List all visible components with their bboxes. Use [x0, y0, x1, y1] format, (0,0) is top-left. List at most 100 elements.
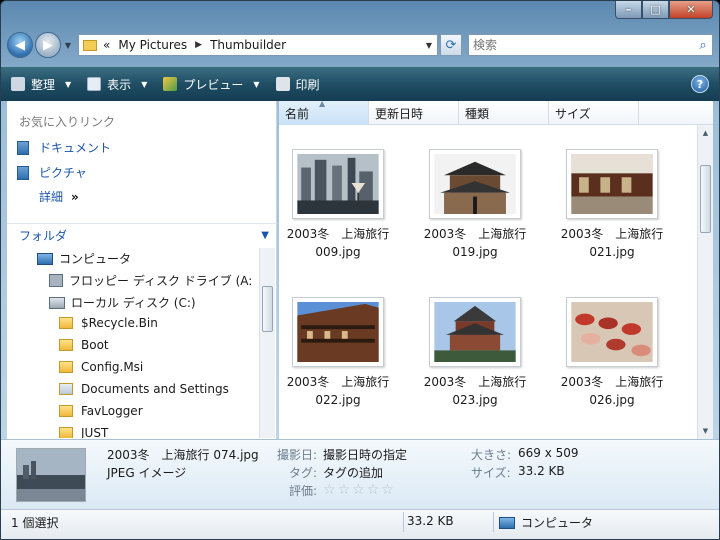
minimize-button[interactable]: – [615, 1, 642, 19]
tree-item-documents-and-settings[interactable]: Documents and Settings [59, 382, 229, 396]
organize-icon [11, 77, 25, 91]
tree-item-local-disk[interactable]: ローカル ディスク (C:) [49, 294, 196, 311]
thumbnail-frame [292, 297, 384, 367]
more-label: 詳細 [39, 190, 64, 204]
file-name: 2003冬 上海旅行 009.jpg [278, 225, 398, 261]
tree-item-label: フロッピー ディスク ドライブ (A: [69, 274, 253, 288]
search-input[interactable] [473, 38, 694, 52]
selected-file-type: JPEG イメージ [107, 466, 187, 480]
folders-toggle[interactable]: フォルダ ▼ [7, 223, 277, 247]
thumbnail-frame [292, 149, 384, 219]
tree-item-config-msi[interactable]: Config.Msi [59, 360, 143, 374]
tree-item-label: コンピュータ [59, 252, 132, 266]
file-name: 2003冬 上海旅行 022.jpg [278, 373, 398, 409]
file-list-scrollbar[interactable]: ▲ ▼ [697, 125, 713, 439]
column-header-label: 更新日時 [375, 106, 424, 121]
star-icon[interactable]: ☆ [381, 482, 394, 498]
column-header-size[interactable]: サイズ [549, 101, 639, 125]
file-thumbnail[interactable]: 2003冬 上海旅行 019.jpg [415, 149, 535, 261]
file-thumbnail[interactable]: 2003冬 上海旅行 026.jpg [552, 297, 672, 409]
date-taken-value[interactable]: 撮影日時の指定 [323, 446, 407, 463]
file-thumbnail[interactable]: 2003冬 上海旅行 023.jpg [415, 297, 535, 409]
tree-scrollbar[interactable] [259, 248, 275, 438]
folder-icon [83, 39, 97, 51]
file-name: 2003冬 上海旅行 026.jpg [552, 373, 672, 409]
print-label: 印刷 [295, 77, 320, 92]
photo-image [17, 449, 85, 501]
selection-count: 1 個選択 [11, 516, 59, 530]
star-icon[interactable]: ☆ [338, 482, 351, 498]
file-name-line: 2003冬 上海旅行 [560, 375, 664, 389]
maximize-button[interactable]: □ [642, 1, 669, 19]
preview-icon [163, 77, 178, 91]
views-button[interactable]: 表示 ▼ [87, 76, 147, 93]
refresh-button[interactable]: ⟳ [440, 34, 462, 56]
breadcrumb-separator-icon[interactable]: ▶ [195, 40, 202, 50]
breadcrumb-my-pictures[interactable]: My Pictures [118, 38, 187, 52]
rating-stars[interactable]: ☆ ☆ ☆ ☆ ☆ [323, 482, 396, 498]
close-button[interactable]: ✕ [669, 1, 713, 19]
file-name-line: 022.jpg [315, 393, 361, 407]
star-icon[interactable]: ☆ [323, 482, 336, 498]
file-name-line: 2003冬 上海旅行 [560, 227, 664, 241]
more-links-button[interactable]: 詳細 » [39, 188, 79, 205]
forward-arrow-icon: ▶ [43, 37, 53, 53]
breadcrumb-thumbuilder[interactable]: Thumbuilder [210, 38, 286, 52]
rating-label: 評価: [289, 484, 318, 498]
file-name-line: 021.jpg [589, 245, 635, 259]
selection-size: 33.2 KB [407, 514, 454, 528]
tree-scrollbar-thumb[interactable] [262, 286, 273, 332]
thumbnail-frame [429, 149, 521, 219]
column-header-name[interactable]: ▲ 名前 [279, 99, 369, 125]
organize-label: 整理 [31, 77, 56, 92]
file-name-line: 023.jpg [452, 393, 498, 407]
scroll-up-arrow-icon[interactable]: ▲ [698, 125, 713, 141]
address-overflow[interactable]: « [103, 38, 110, 52]
help-button[interactable]: ? [691, 75, 709, 93]
preview-label: プレビュー [183, 77, 244, 92]
tree-item-just[interactable]: JUST [59, 426, 108, 438]
status-divider [403, 512, 404, 532]
photo-image [571, 154, 653, 214]
tree-item-computer[interactable]: コンピュータ [37, 250, 131, 267]
address-dropdown[interactable]: ▼ [421, 41, 437, 50]
navigation-pane: お気に入りリンク ドキュメント ピクチャ 詳細 » フォルダ ▼ コンピュータ … [7, 101, 277, 439]
tags-value[interactable]: タグの追加 [323, 464, 383, 481]
file-name-line: 009.jpg [315, 245, 361, 259]
details-pane: 2003冬 上海旅行 074.jpg JPEG イメージ 撮影日: 撮影日時の指… [1, 439, 719, 509]
date-taken-label: 撮影日: [277, 448, 318, 462]
star-icon[interactable]: ☆ [352, 482, 365, 498]
file-thumbnail[interactable]: 2003冬 上海旅行 021.jpg [552, 149, 672, 261]
column-header-date[interactable]: 更新日時 [369, 101, 459, 125]
scroll-down-arrow-icon[interactable]: ▼ [698, 423, 713, 439]
hard-disk-icon [49, 296, 65, 309]
favorite-documents[interactable]: ドキュメント [17, 139, 111, 156]
search-icon[interactable]: ⌕ [694, 38, 712, 53]
tree-item-floppy[interactable]: フロッピー ディスク ドライブ (A: [49, 272, 252, 289]
tree-item-recycle-bin[interactable]: $Recycle.Bin [59, 316, 158, 330]
tree-item-boot[interactable]: Boot [59, 338, 109, 352]
tree-item-label: ローカル ディスク (C:) [71, 296, 196, 310]
favorite-pictures[interactable]: ピクチャ [17, 164, 87, 181]
recent-pages-dropdown[interactable]: ▼ [62, 41, 74, 50]
column-header-type[interactable]: 種類 [459, 101, 549, 125]
refresh-icon: ⟳ [445, 37, 457, 53]
file-thumbnail[interactable]: 2003冬 上海旅行 009.jpg [278, 149, 398, 261]
print-button[interactable]: 印刷 [275, 76, 320, 93]
star-icon[interactable]: ☆ [367, 482, 380, 498]
column-header-label: 種類 [465, 106, 490, 121]
tree-item-label: Config.Msi [81, 360, 144, 374]
file-list-scrollbar-thumb[interactable] [700, 165, 711, 233]
search-box[interactable]: ⌕ [468, 34, 713, 56]
address-bar[interactable]: « My Pictures ▶ Thumbuilder ▼ [78, 34, 438, 56]
address-row: ◀ ▶ ▼ « My Pictures ▶ Thumbuilder ▼ ⟳ ⌕ [7, 29, 713, 61]
forward-button[interactable]: ▶ [35, 32, 61, 58]
organize-button[interactable]: 整理 ▼ [11, 76, 71, 93]
back-button[interactable]: ◀ [7, 32, 33, 58]
preview-button[interactable]: プレビュー ▼ [163, 76, 260, 93]
tree-item-favlogger[interactable]: FavLogger [59, 404, 143, 418]
photo-image [571, 302, 653, 362]
file-name-line: 019.jpg [452, 245, 498, 259]
file-thumbnail[interactable]: 2003冬 上海旅行 022.jpg [278, 297, 398, 409]
status-bar: 1 個選択 33.2 KB コンピュータ [1, 509, 719, 539]
